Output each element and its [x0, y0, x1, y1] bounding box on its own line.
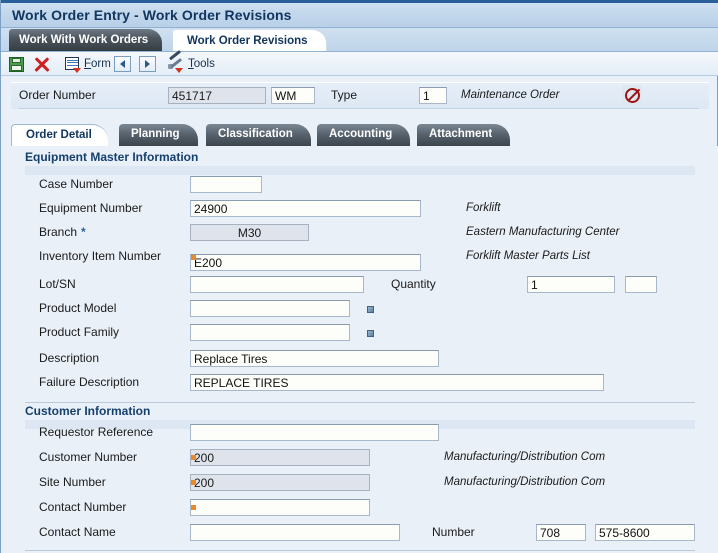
form-tab-work-with-work-orders[interactable]: Work With Work Orders: [9, 29, 163, 52]
next-record-button[interactable]: [139, 54, 156, 74]
equipment-section-band: [25, 166, 695, 175]
equipment-number-description: Forklift: [466, 202, 501, 214]
branch-description: Eastern Manufacturing Center: [466, 226, 620, 238]
type-input[interactable]: [419, 87, 447, 104]
customer-number-marker: [191, 455, 196, 460]
customer-number-label: Customer Number: [39, 450, 138, 464]
customer-section-title: Customer Information: [25, 404, 151, 418]
equipment-number-input[interactable]: [190, 200, 421, 217]
tools-hammer-wrench-icon: [168, 49, 185, 73]
order-number-input[interactable]: [168, 87, 266, 104]
form-menu-icon: [65, 56, 81, 73]
customer-number-description: Manufacturing/Distribution Com: [444, 451, 606, 463]
failure-description-label: Failure Description: [39, 375, 140, 389]
tab-accounting[interactable]: Accounting: [317, 124, 411, 146]
product-model-label: Product Model: [39, 301, 117, 315]
form-tab-strip: Work With Work Orders Work Order Revisio…: [1, 28, 718, 52]
tab-planning[interactable]: Planning: [119, 124, 198, 146]
type-description: Maintenance Order: [461, 89, 560, 101]
type-label: Type: [331, 88, 358, 102]
tools-menu-label: Tools: [188, 58, 215, 70]
lot-sn-label: Lot/SN: [39, 277, 76, 291]
quantity-input[interactable]: [527, 276, 615, 293]
title-bar: Work Order Entry - Work Order Revisions: [1, 0, 718, 28]
site-number-description: Manufacturing/Distribution Com: [444, 476, 606, 488]
previous-record-button[interactable]: [114, 54, 131, 74]
product-family-visual-assist-icon[interactable]: [367, 330, 374, 337]
requestor-reference-input[interactable]: [190, 424, 439, 441]
phone-area-code-input[interactable]: [536, 524, 586, 541]
delete-x-icon: [34, 57, 49, 72]
requestor-reference-label: Requestor Reference: [39, 425, 154, 439]
form-menu-label: Form: [84, 58, 111, 70]
header-separator: [19, 108, 699, 109]
site-number-input[interactable]: [190, 474, 370, 491]
contact-name-label: Contact Name: [39, 525, 116, 539]
tab-attachment[interactable]: Attachment: [417, 124, 511, 146]
product-family-label: Product Family: [39, 325, 120, 339]
window-title: Work Order Entry - Work Order Revisions: [12, 7, 292, 23]
order-type-code-input[interactable]: [271, 87, 315, 104]
branch-input[interactable]: [190, 224, 309, 241]
quantity-uom-input[interactable]: [625, 276, 657, 293]
description-label: Description: [39, 351, 100, 365]
tab-order-detail[interactable]: Order Detail: [11, 124, 108, 146]
equipment-section-title: Equipment Master Information: [25, 150, 199, 164]
tools-menu-button[interactable]: Tools: [168, 49, 215, 74]
work-order-revisions-window: Work Order Entry - Work Order Revisions …: [0, 0, 718, 553]
customer-section-divider: [25, 550, 695, 551]
case-number-input[interactable]: [190, 176, 262, 193]
product-family-input[interactable]: [190, 324, 350, 341]
contact-number-marker: [191, 505, 196, 510]
contact-number-input[interactable]: [190, 499, 370, 516]
order-number-label: Order Number: [19, 88, 96, 102]
product-model-input[interactable]: [190, 300, 350, 317]
description-input[interactable]: [190, 350, 439, 367]
inventory-item-number-label: Inventory Item Number: [39, 249, 162, 263]
order-detail-panel: Equipment Master Information Case Number…: [1, 146, 718, 553]
equipment-number-label: Equipment Number: [39, 201, 143, 215]
inventory-item-number-input[interactable]: [190, 254, 421, 271]
section-tab-strip: Order Detail Planning Classification Acc…: [1, 124, 718, 146]
customer-number-input[interactable]: [190, 449, 370, 466]
chevron-right-icon: [139, 56, 156, 72]
save-button[interactable]: [9, 54, 24, 74]
equipment-section-divider: [25, 402, 695, 403]
case-number-label: Case Number: [39, 177, 114, 191]
form-tab-work-order-revisions[interactable]: Work Order Revisions: [173, 29, 326, 52]
form-menu-button[interactable]: Form: [65, 54, 111, 74]
product-model-visual-assist-icon[interactable]: [367, 306, 374, 313]
branch-required-marker: *: [81, 225, 86, 239]
save-disk-icon: [9, 56, 24, 72]
delete-button[interactable]: [34, 54, 49, 74]
site-number-label: Site Number: [39, 475, 106, 489]
inventory-item-number-description: Forklift Master Parts List: [466, 250, 590, 262]
contact-number-label: Contact Number: [39, 500, 127, 514]
tab-classification[interactable]: Classification: [206, 124, 311, 146]
order-header-strip: Order Number Type Maintenance Order: [11, 82, 709, 109]
prohibited-icon[interactable]: [622, 85, 642, 105]
lot-sn-input[interactable]: [190, 276, 364, 293]
branch-label: Branch *: [39, 225, 86, 239]
toolbar: Form Tools: [1, 49, 718, 76]
chevron-left-icon: [114, 56, 131, 72]
quantity-label: Quantity: [391, 277, 436, 291]
phone-number-input[interactable]: [595, 524, 695, 541]
failure-description-input[interactable]: [190, 374, 604, 391]
site-number-marker: [191, 480, 196, 485]
phone-number-label: Number: [432, 525, 475, 539]
inventory-item-number-marker: [191, 255, 196, 260]
contact-name-input[interactable]: [190, 524, 400, 541]
